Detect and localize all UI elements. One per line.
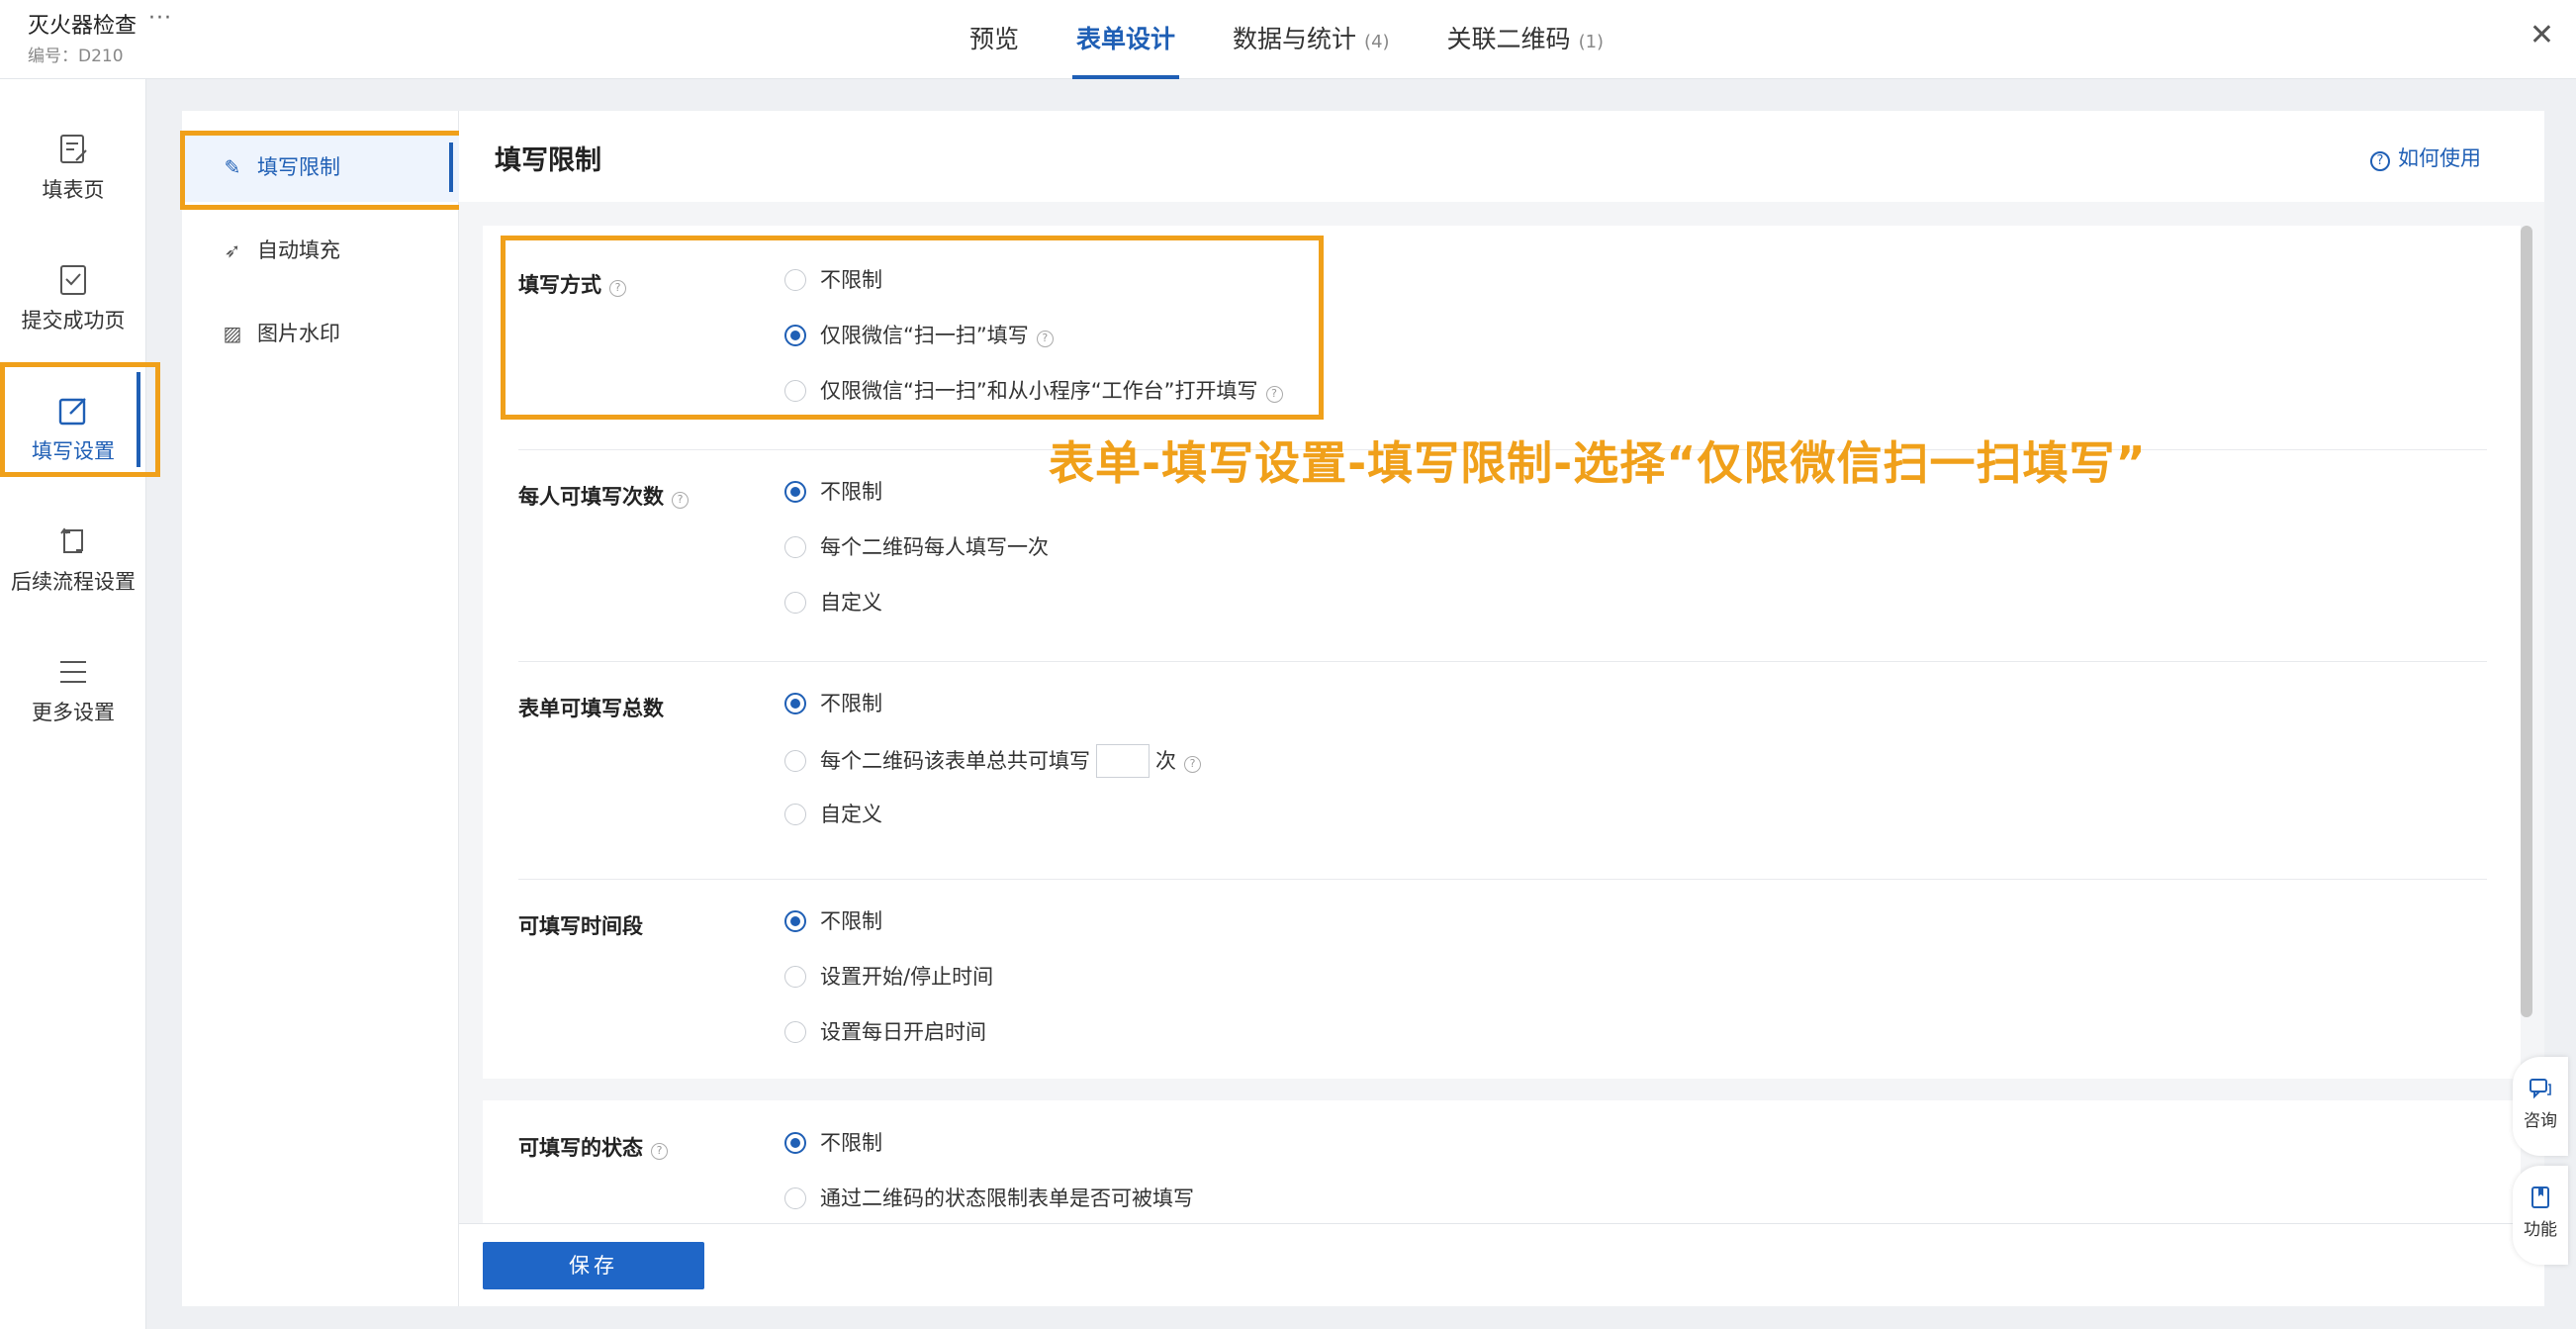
radio-option[interactable]: 每个二维码该表单总共可填写次?	[784, 744, 1201, 778]
nav-item-submit-success[interactable]: 提交成功页	[0, 234, 146, 344]
radio-option[interactable]: 不限制	[784, 1128, 882, 1158]
highlight-box	[501, 236, 1324, 420]
radio-option[interactable]: 自定义	[784, 588, 882, 617]
app-code: 编号：D210	[28, 47, 124, 66]
section-total-limit: 表单可填写总数 不限制 每个二维码该表单总共可填写次? 自定义	[483, 661, 2521, 879]
consult-label: 咨询	[2524, 1111, 2557, 1131]
radio-button[interactable]	[784, 804, 806, 825]
function-label: 功能	[2524, 1220, 2557, 1240]
section-label: 可填写时间段	[518, 914, 643, 938]
nav-label: 填表页	[42, 178, 105, 202]
section-label: 每人可填写次数?	[518, 481, 689, 511]
save-button[interactable]: 保存	[483, 1242, 704, 1289]
close-icon[interactable]: ✕	[2530, 18, 2554, 52]
section-label: 表单可填写总数	[518, 697, 664, 720]
highlight-box	[180, 131, 473, 210]
nav-label: 提交成功页	[21, 309, 126, 332]
radio-button[interactable]	[784, 750, 806, 772]
rocket-icon: ➶	[224, 238, 241, 262]
workflow-icon	[60, 527, 83, 553]
radio-button[interactable]	[784, 910, 806, 932]
nav-label: 更多设置	[32, 701, 115, 724]
chat-icon	[2530, 1079, 2551, 1099]
info-icon[interactable]: ?	[672, 492, 689, 509]
total-count-input[interactable]	[1096, 744, 1150, 778]
function-button[interactable]: 功能	[2513, 1166, 2568, 1265]
tab-count: (4)	[1364, 32, 1390, 52]
tab-count: (1)	[1578, 32, 1605, 52]
left-nav: 填表页 提交成功页 填写设置 后续流程设置 更多设置	[0, 79, 146, 1329]
bookmark-icon	[2531, 1187, 2549, 1208]
help-icon: ?	[2370, 151, 2390, 171]
main-tabs: 预览 表单设计 数据与统计 (4) 关联二维码 (1)	[969, 0, 1661, 79]
radio-button[interactable]	[784, 536, 806, 558]
nav-label: 后续流程设置	[11, 570, 136, 594]
section-time-period: 可填写时间段 不限制 设置开始/停止时间 设置每日开启时间	[483, 879, 2521, 1079]
radio-button[interactable]	[784, 481, 806, 503]
scrollbar[interactable]	[2521, 226, 2532, 1017]
image-icon: ▨	[223, 322, 242, 345]
tab-form-design[interactable]: 表单设计	[1072, 0, 1180, 79]
footer-bar: 保存	[459, 1223, 2544, 1306]
radio-option[interactable]: 自定义	[784, 800, 882, 829]
help-link[interactable]: ? 如何使用	[2370, 142, 2481, 172]
highlight-box	[0, 362, 160, 477]
nav-item-workflow[interactable]: 后续流程设置	[0, 495, 146, 606]
form-page-icon	[60, 135, 87, 163]
radio-option[interactable]: 每个二维码每人填写一次	[784, 532, 1049, 562]
info-icon[interactable]: ?	[651, 1143, 668, 1160]
radio-button[interactable]	[784, 592, 806, 614]
radio-option[interactable]: 不限制	[784, 477, 882, 507]
content-header: 填写限制 ? 如何使用	[459, 111, 2544, 202]
radio-button[interactable]	[784, 1132, 806, 1154]
radio-button[interactable]	[784, 1021, 806, 1043]
section-label: 可填写的状态?	[518, 1132, 668, 1162]
submit-success-icon	[60, 265, 86, 295]
radio-option[interactable]: 设置开始/停止时间	[784, 962, 993, 992]
submenu-item-autofill[interactable]: ➶ 自动填充	[182, 216, 459, 285]
nav-item-more-settings[interactable]: 更多设置	[0, 625, 146, 736]
tab-preview[interactable]: 预览	[969, 0, 1019, 79]
radio-option[interactable]: 不限制	[784, 906, 882, 936]
tab-data-stats[interactable]: 数据与统计 (4)	[1233, 0, 1390, 79]
radio-option[interactable]: 不限制	[784, 689, 882, 718]
radio-option[interactable]: 设置每日开启时间	[784, 1017, 986, 1047]
page-title: 填写限制	[495, 145, 601, 176]
radio-button[interactable]	[784, 966, 806, 988]
annotation-text: 表单-填写设置-填写限制-选择“仅限微信扫一扫填写”	[1049, 436, 2147, 490]
submenu-item-watermark[interactable]: ▨ 图片水印	[182, 299, 459, 368]
nav-item-form-page[interactable]: 填表页	[0, 103, 146, 214]
tab-linked-qrcode[interactable]: 关联二维码 (1)	[1447, 0, 1605, 79]
radio-option[interactable]: 通过二维码的状态限制表单是否可被填写	[784, 1184, 1194, 1213]
radio-button[interactable]	[784, 1187, 806, 1209]
menu-icon	[60, 661, 86, 683]
top-header: 灭火器检查 ··· 编号：D210 预览 表单设计 数据与统计 (4) 关联二维码…	[0, 0, 2576, 79]
info-icon[interactable]: ?	[1184, 756, 1201, 773]
radio-button[interactable]	[784, 693, 806, 714]
sub-menu: ✎ 填写限制 ➶ 自动填充 ▨ 图片水印	[182, 111, 459, 1306]
more-options-icon[interactable]: ···	[148, 6, 172, 31]
app-title: 灭火器检查	[28, 14, 138, 39]
consult-button[interactable]: 咨询	[2513, 1057, 2568, 1156]
